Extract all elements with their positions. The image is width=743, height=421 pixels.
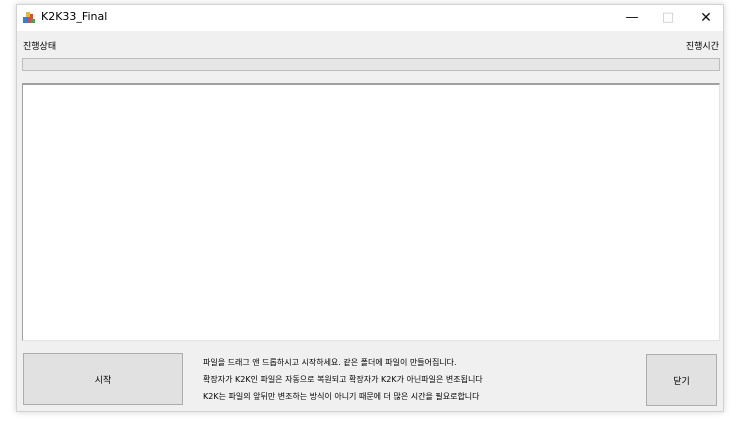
info-line-2: 확장자가 K2K인 파일은 자동으로 복원되고 확장자가 K2K가 아닌파일은 … [203,375,483,384]
close-button-label: 닫기 [673,376,690,387]
close-window-button[interactable]: ✕ [689,5,723,31]
progress-bar [22,58,720,71]
info-line-3: K2K는 파일의 앞뒤만 변조하는 방식이 아니기 때문에 더 많은 시간을 필… [203,392,480,401]
info-line-1: 파일을 드래그 앤 드롭하시고 시작하세요. 같은 폴더에 파일이 만들어집니다… [203,358,457,367]
maximize-button[interactable]: □ [651,5,685,31]
app-window: K2K33_Final — □ ✕ 진행상태 진행시간 시작 파일을 드래그 앤… [16,4,724,412]
close-button[interactable]: 닫기 [646,354,717,406]
progress-status-label: 진행상태 [23,42,57,52]
app-icon [23,12,35,23]
elapsed-time-label: 진행시간 [685,42,719,52]
title-bar[interactable]: K2K33_Final — □ ✕ [17,5,723,31]
window-title: K2K33_Final [41,10,108,23]
minimize-button[interactable]: — [615,5,649,31]
start-button-label: 시작 [94,375,112,386]
file-drop-area[interactable] [22,83,720,341]
start-button[interactable]: 시작 [23,353,183,405]
